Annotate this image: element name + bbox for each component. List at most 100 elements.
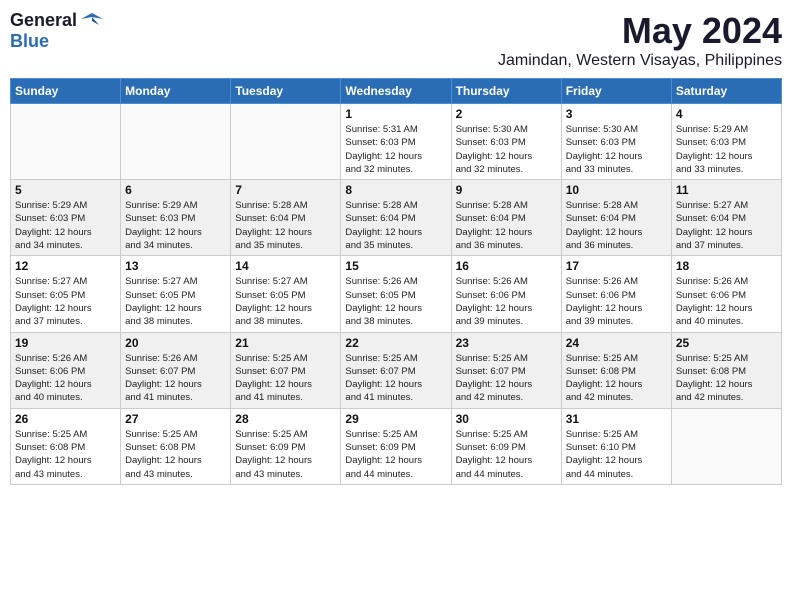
- day-info: Sunrise: 5:28 AM Sunset: 6:04 PM Dayligh…: [566, 199, 667, 252]
- calendar-week-row: 12Sunrise: 5:27 AM Sunset: 6:05 PM Dayli…: [11, 256, 782, 332]
- day-info: Sunrise: 5:25 AM Sunset: 6:08 PM Dayligh…: [676, 352, 777, 405]
- day-info: Sunrise: 5:25 AM Sunset: 6:09 PM Dayligh…: [456, 428, 557, 481]
- day-number: 16: [456, 259, 557, 273]
- logo-blue-text: Blue: [10, 31, 49, 51]
- logo-general-text: General: [10, 10, 77, 31]
- day-number: 24: [566, 336, 667, 350]
- day-number: 28: [235, 412, 336, 426]
- day-number: 26: [15, 412, 116, 426]
- calendar-week-row: 5 Sunrise: 5:29 AM Sunset: 6:03 PM Daylig…: [11, 180, 782, 256]
- calendar-cell: 5 Sunrise: 5:29 AM Sunset: 6:03 PM Daylig…: [11, 180, 121, 256]
- calendar-cell: 2Sunrise: 5:30 AM Sunset: 6:03 PM Daylig…: [451, 104, 561, 180]
- calendar-cell: 28 Sunrise: 5:25 AM Sunset: 6:09 PM Dayli…: [231, 408, 341, 484]
- calendar-header-tuesday: Tuesday: [231, 79, 341, 104]
- day-number: 5: [15, 183, 116, 197]
- calendar-cell: 21 Sunrise: 5:25 AM Sunset: 6:07 PM Dayli…: [231, 332, 341, 408]
- calendar-week-row: 26 Sunrise: 5:25 AM Sunset: 6:08 PM Dayli…: [11, 408, 782, 484]
- calendar-header-thursday: Thursday: [451, 79, 561, 104]
- day-number: 17: [566, 259, 667, 273]
- day-info: Sunrise: 5:25 AM Sunset: 6:08 PM Dayligh…: [15, 428, 116, 481]
- calendar-cell: 1 Sunrise: 5:31 AM Sunset: 6:03 PM Daylig…: [341, 104, 451, 180]
- calendar-cell: 4Sunrise: 5:29 AM Sunset: 6:03 PM Daylig…: [671, 104, 781, 180]
- calendar-cell: 22 Sunrise: 5:25 AM Sunset: 6:07 PM Dayli…: [341, 332, 451, 408]
- calendar-cell: 17 Sunrise: 5:26 AM Sunset: 6:06 PM Dayli…: [561, 256, 671, 332]
- day-info: Sunrise: 5:29 AM Sunset: 6:03 PM Dayligh…: [15, 199, 116, 252]
- day-info: Sunrise: 5:25 AM Sunset: 6:08 PM Dayligh…: [566, 352, 667, 405]
- calendar-cell: 7Sunrise: 5:28 AM Sunset: 6:04 PM Daylig…: [231, 180, 341, 256]
- day-info: Sunrise: 5:28 AM Sunset: 6:04 PM Dayligh…: [456, 199, 557, 252]
- calendar-cell: 15Sunrise: 5:26 AM Sunset: 6:05 PM Dayli…: [341, 256, 451, 332]
- day-number: 10: [566, 183, 667, 197]
- day-number: 23: [456, 336, 557, 350]
- calendar-cell: 31Sunrise: 5:25 AM Sunset: 6:10 PM Dayli…: [561, 408, 671, 484]
- calendar-cell: 18 Sunrise: 5:26 AM Sunset: 6:06 PM Dayli…: [671, 256, 781, 332]
- month-title: May 2024: [498, 10, 782, 52]
- day-number: 3: [566, 107, 667, 121]
- day-info: Sunrise: 5:26 AM Sunset: 6:06 PM Dayligh…: [566, 275, 667, 328]
- calendar-cell: 16Sunrise: 5:26 AM Sunset: 6:06 PM Dayli…: [451, 256, 561, 332]
- calendar-cell: 10 Sunrise: 5:28 AM Sunset: 6:04 PM Dayli…: [561, 180, 671, 256]
- day-number: 21: [235, 336, 336, 350]
- calendar-cell: 30 Sunrise: 5:25 AM Sunset: 6:09 PM Dayli…: [451, 408, 561, 484]
- day-info: Sunrise: 5:26 AM Sunset: 6:07 PM Dayligh…: [125, 352, 226, 405]
- calendar-header-wednesday: Wednesday: [341, 79, 451, 104]
- calendar-cell: [671, 408, 781, 484]
- day-number: 13: [125, 259, 226, 273]
- calendar-cell: 29 Sunrise: 5:25 AM Sunset: 6:09 PM Dayli…: [341, 408, 451, 484]
- day-number: 7: [235, 183, 336, 197]
- day-number: 14: [235, 259, 336, 273]
- day-number: 18: [676, 259, 777, 273]
- day-number: 19: [15, 336, 116, 350]
- day-number: 20: [125, 336, 226, 350]
- calendar-cell: [121, 104, 231, 180]
- day-number: 1: [345, 107, 446, 121]
- calendar-cell: 6 Sunrise: 5:29 AM Sunset: 6:03 PM Daylig…: [121, 180, 231, 256]
- day-info: Sunrise: 5:27 AM Sunset: 6:05 PM Dayligh…: [235, 275, 336, 328]
- day-number: 6: [125, 183, 226, 197]
- calendar-header-friday: Friday: [561, 79, 671, 104]
- day-number: 2: [456, 107, 557, 121]
- day-number: 25: [676, 336, 777, 350]
- calendar-cell: 13 Sunrise: 5:27 AM Sunset: 6:05 PM Dayli…: [121, 256, 231, 332]
- day-number: 11: [676, 183, 777, 197]
- day-number: 30: [456, 412, 557, 426]
- day-info: Sunrise: 5:25 AM Sunset: 6:07 PM Dayligh…: [345, 352, 446, 405]
- calendar-cell: 19 Sunrise: 5:26 AM Sunset: 6:06 PM Dayli…: [11, 332, 121, 408]
- day-number: 29: [345, 412, 446, 426]
- calendar-cell: 12Sunrise: 5:27 AM Sunset: 6:05 PM Dayli…: [11, 256, 121, 332]
- day-number: 22: [345, 336, 446, 350]
- calendar-header-saturday: Saturday: [671, 79, 781, 104]
- calendar-header-monday: Monday: [121, 79, 231, 104]
- calendar-cell: 26 Sunrise: 5:25 AM Sunset: 6:08 PM Dayli…: [11, 408, 121, 484]
- calendar-cell: 27Sunrise: 5:25 AM Sunset: 6:08 PM Dayli…: [121, 408, 231, 484]
- day-number: 8: [345, 183, 446, 197]
- day-info: Sunrise: 5:25 AM Sunset: 6:07 PM Dayligh…: [235, 352, 336, 405]
- day-info: Sunrise: 5:25 AM Sunset: 6:10 PM Dayligh…: [566, 428, 667, 481]
- day-info: Sunrise: 5:26 AM Sunset: 6:06 PM Dayligh…: [15, 352, 116, 405]
- day-info: Sunrise: 5:27 AM Sunset: 6:05 PM Dayligh…: [15, 275, 116, 328]
- logo: General Blue: [10, 10, 103, 52]
- day-info: Sunrise: 5:26 AM Sunset: 6:06 PM Dayligh…: [676, 275, 777, 328]
- day-info: Sunrise: 5:25 AM Sunset: 6:09 PM Dayligh…: [235, 428, 336, 481]
- calendar-cell: 14 Sunrise: 5:27 AM Sunset: 6:05 PM Dayli…: [231, 256, 341, 332]
- calendar-cell: 20 Sunrise: 5:26 AM Sunset: 6:07 PM Dayli…: [121, 332, 231, 408]
- calendar-cell: 9 Sunrise: 5:28 AM Sunset: 6:04 PM Daylig…: [451, 180, 561, 256]
- day-info: Sunrise: 5:29 AM Sunset: 6:03 PM Dayligh…: [125, 199, 226, 252]
- day-number: 4: [676, 107, 777, 121]
- calendar-header-row: SundayMondayTuesdayWednesdayThursdayFrid…: [11, 79, 782, 104]
- day-info: Sunrise: 5:27 AM Sunset: 6:04 PM Dayligh…: [676, 199, 777, 252]
- day-info: Sunrise: 5:31 AM Sunset: 6:03 PM Dayligh…: [345, 123, 446, 176]
- day-number: 9: [456, 183, 557, 197]
- calendar-week-row: 19 Sunrise: 5:26 AM Sunset: 6:06 PM Dayli…: [11, 332, 782, 408]
- day-info: Sunrise: 5:25 AM Sunset: 6:09 PM Dayligh…: [345, 428, 446, 481]
- calendar-cell: 11 Sunrise: 5:27 AM Sunset: 6:04 PM Dayli…: [671, 180, 781, 256]
- location-title: Jamindan, Western Visayas, Philippines: [498, 52, 782, 70]
- calendar-cell: 3 Sunrise: 5:30 AM Sunset: 6:03 PM Daylig…: [561, 104, 671, 180]
- calendar-cell: 24 Sunrise: 5:25 AM Sunset: 6:08 PM Dayli…: [561, 332, 671, 408]
- day-info: Sunrise: 5:27 AM Sunset: 6:05 PM Dayligh…: [125, 275, 226, 328]
- calendar-cell: [11, 104, 121, 180]
- calendar-cell: 23 Sunrise: 5:25 AM Sunset: 6:07 PM Dayli…: [451, 332, 561, 408]
- day-info: Sunrise: 5:25 AM Sunset: 6:07 PM Dayligh…: [456, 352, 557, 405]
- day-info: Sunrise: 5:30 AM Sunset: 6:03 PM Dayligh…: [566, 123, 667, 176]
- page-header: General Blue May 2024 Jamindan, Western …: [10, 10, 782, 70]
